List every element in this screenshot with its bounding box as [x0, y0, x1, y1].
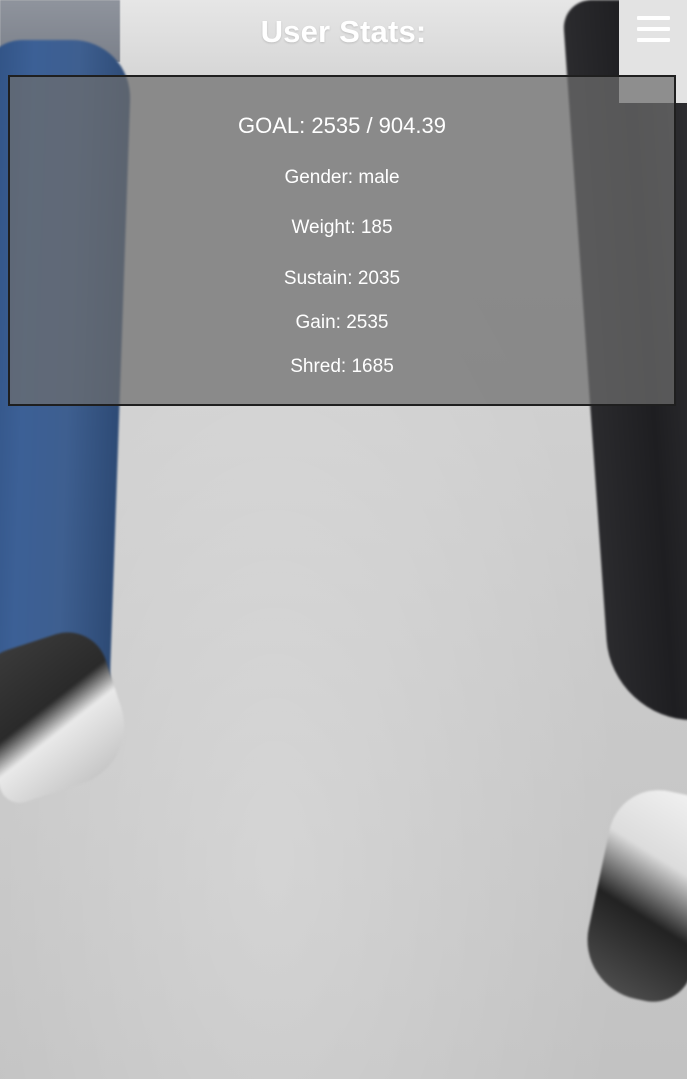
- gender-value: Gender: male: [284, 167, 400, 188]
- gain-value: Gain: 2535: [295, 312, 389, 333]
- shred-value: Shred: 1685: [290, 356, 394, 377]
- goal-value: GOAL: 2535 / 904.39: [238, 113, 446, 138]
- user-stats-panel: GOAL: 2535 / 904.39 Gender: male Weight:…: [8, 75, 676, 406]
- background-right-shoe: [576, 780, 687, 1010]
- page-title: User Stats:: [260, 14, 427, 49]
- background-left-shoe: [0, 622, 140, 808]
- sustain-value: Sustain: 2035: [283, 268, 401, 289]
- weight-value: Weight: 185: [291, 217, 393, 238]
- hamburger-menu-icon: [637, 16, 670, 43]
